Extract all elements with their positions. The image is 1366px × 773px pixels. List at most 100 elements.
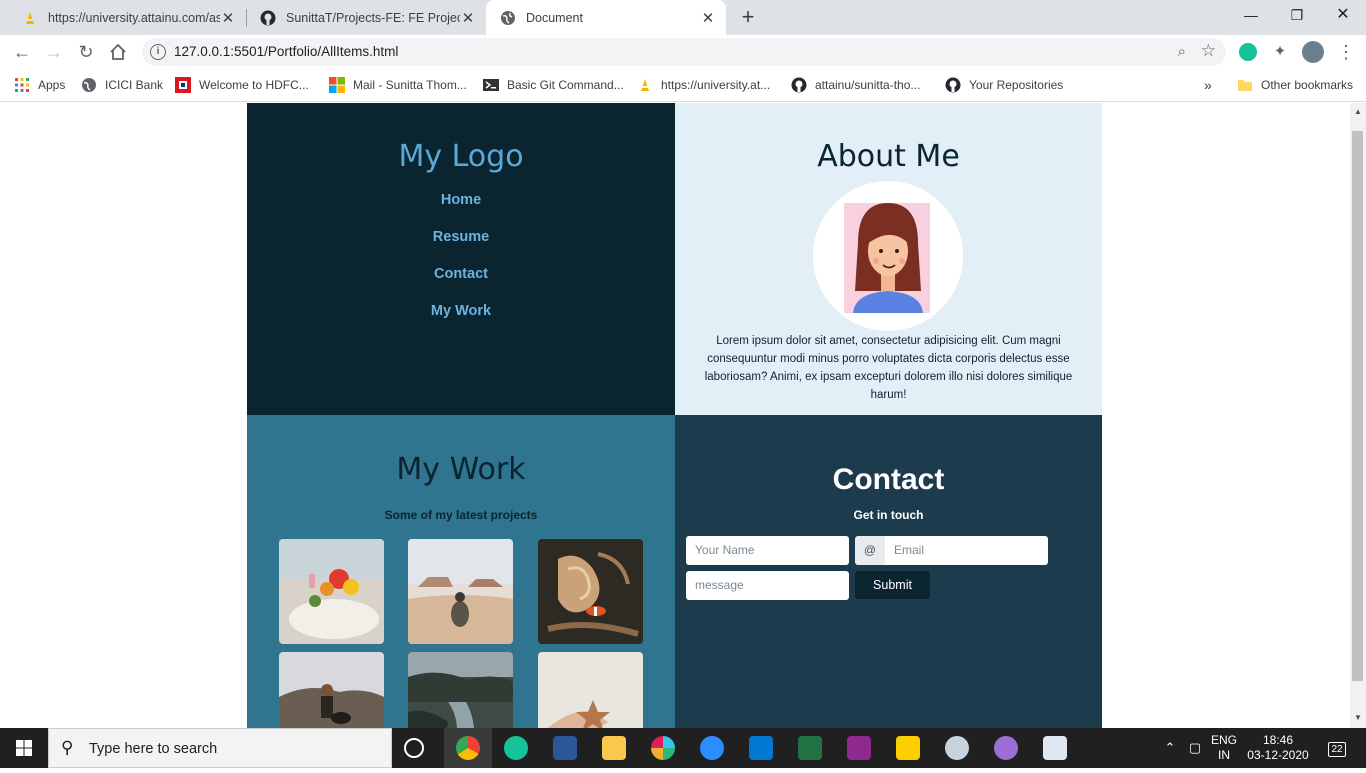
project-thumbnail-desert[interactable] <box>408 539 513 644</box>
project-thumbnail-starfish[interactable] <box>538 652 643 728</box>
folder-icon <box>1238 80 1252 91</box>
back-icon[interactable]: ← <box>10 40 34 64</box>
vscode-icon[interactable] <box>749 736 773 760</box>
taskbar-search[interactable]: ⚲ Type here to search <box>48 728 392 768</box>
clock-time: 18:46 <box>1262 733 1294 747</box>
nav-link-home[interactable]: Home <box>247 192 675 208</box>
tab-github[interactable]: SunittaT/Projects-FE: FE Projects ✕ <box>246 0 486 35</box>
project-thumbnail-sea-anemone[interactable] <box>538 539 643 644</box>
bookmark-icici[interactable]: ICICI Bank <box>81 76 163 94</box>
bookmark-label: Apps <box>38 78 66 92</box>
clock[interactable]: 18:46 03-12-2020 <box>1244 728 1312 768</box>
pdf-app-icon[interactable] <box>847 736 871 760</box>
bookmark-apps[interactable]: Apps <box>14 76 65 94</box>
scroll-up-icon[interactable]: ▲ <box>1353 107 1363 116</box>
windows-logo-icon <box>16 740 32 756</box>
minimize-icon[interactable]: — <box>1228 0 1274 30</box>
bookmark-university[interactable]: https://university.at... <box>637 76 770 94</box>
cortana-icon[interactable] <box>404 738 424 758</box>
close-tab-icon[interactable]: ✕ <box>460 9 476 27</box>
bookmark-repositories[interactable]: Your Repositories <box>945 76 1063 94</box>
name-input[interactable]: Your Name <box>686 536 849 565</box>
bookmark-hdfc[interactable]: Welcome to HDFC... <box>175 76 309 94</box>
tray-overflow-icon[interactable]: ⌃ <box>1160 728 1180 768</box>
file-explorer-icon[interactable] <box>602 736 626 760</box>
bookmark-star-icon[interactable]: ☆ <box>1201 41 1216 61</box>
language-indicator[interactable]: ENG IN <box>1208 728 1240 768</box>
close-tab-icon[interactable]: ✕ <box>220 9 236 27</box>
notification-count: 22 <box>1328 742 1346 757</box>
close-window-icon[interactable]: ✕ <box>1320 0 1366 30</box>
address-bar[interactable]: i 127.0.0.1:5501/Portfolio/AllItems.html… <box>142 38 1226 66</box>
forward-icon[interactable]: → <box>42 40 66 64</box>
grammarly-icon[interactable] <box>1239 43 1257 61</box>
zoom-icon[interactable]: ⌕ <box>1178 43 1186 60</box>
nav-section: My Logo Home Resume Contact My Work <box>247 103 675 415</box>
bookmark-label: https://university.at... <box>661 78 771 92</box>
contact-subtitle: Get in touch <box>853 508 924 522</box>
other-bookmarks-label: Other bookmarks <box>1261 78 1354 92</box>
github-icon <box>260 10 276 25</box>
nav-link-contact[interactable]: Contact <box>247 266 675 282</box>
project-thumbnail-hiker[interactable] <box>279 652 384 728</box>
extensions-puzzle-icon[interactable]: ✦ <box>1271 43 1289 61</box>
email-input[interactable]: Email <box>885 536 1048 565</box>
github-desktop-icon[interactable] <box>994 736 1018 760</box>
bookmark-label: Mail - Sunitta Thom... <box>353 78 467 92</box>
restore-icon[interactable]: ❐ <box>1274 0 1320 30</box>
bookmarks-overflow-icon[interactable]: » <box>1204 76 1212 94</box>
work-title: My Work <box>396 452 526 487</box>
about-title: About Me <box>817 139 960 174</box>
home-icon[interactable] <box>106 40 130 64</box>
bookmark-attainu-github[interactable]: attainu/sunitta-tho... <box>791 76 920 94</box>
region-label: IN <box>1218 748 1230 762</box>
news-app-icon[interactable] <box>1043 736 1067 760</box>
project-thumbnail-river[interactable] <box>408 652 513 728</box>
menu-kebab-icon[interactable]: ⋮ <box>1334 40 1358 64</box>
paint-icon[interactable] <box>945 736 969 760</box>
bookmark-git[interactable]: Basic Git Command... <box>483 76 624 94</box>
submit-button[interactable]: Submit <box>855 571 930 599</box>
message-input[interactable]: message <box>686 571 849 600</box>
meet-now-icon[interactable]: ▢ <box>1185 728 1205 768</box>
tab-title: Document <box>526 10 583 25</box>
tab-document[interactable]: Document ✕ <box>486 0 726 35</box>
project-thumbnail-flowers[interactable] <box>279 539 384 644</box>
slack-icon[interactable] <box>651 736 675 760</box>
microsoft-icon <box>329 77 345 93</box>
github-icon <box>791 77 807 93</box>
notification-center-icon[interactable]: 22 <box>1322 728 1352 768</box>
site-logo[interactable]: My Logo <box>247 139 675 174</box>
new-tab-icon[interactable]: + <box>736 5 760 29</box>
start-button[interactable] <box>0 728 48 768</box>
zoom-icon[interactable] <box>700 736 724 760</box>
bookmark-mail[interactable]: Mail - Sunitta Thom... <box>329 76 467 94</box>
search-icon: ⚲ <box>61 738 74 757</box>
bookmark-label: attainu/sunitta-tho... <box>815 78 921 92</box>
url-text[interactable]: 127.0.0.1:5501/Portfolio/AllItems.html <box>174 44 398 59</box>
excel-icon[interactable] <box>798 736 822 760</box>
about-section: About Me Lorem ipsum dolor sit amet, con… <box>675 103 1102 415</box>
scrollbar-thumb[interactable] <box>1352 131 1363 681</box>
tab-university[interactable]: https://university.attainu.com/ass ✕ <box>8 0 246 35</box>
search-placeholder: Type here to search <box>89 741 218 757</box>
close-tab-icon[interactable]: ✕ <box>700 9 716 27</box>
contact-section: Contact Get in touch Your Name @ Email m… <box>675 415 1102 728</box>
nav-link-my-work[interactable]: My Work <box>247 303 675 319</box>
git-icon <box>483 79 499 91</box>
scroll-down-icon[interactable]: ▼ <box>1353 713 1363 722</box>
language-label: ENG <box>1210 733 1237 747</box>
other-bookmarks[interactable]: Other bookmarks <box>1237 76 1353 94</box>
word-icon[interactable] <box>553 736 577 760</box>
sticky-notes-icon[interactable] <box>896 736 920 760</box>
email-prefix-label: @ <box>855 536 885 565</box>
grammarly-icon[interactable] <box>504 736 528 760</box>
nav-link-resume[interactable]: Resume <box>247 229 675 245</box>
tab-title: SunittaT/Projects-FE: FE Projects <box>286 10 460 25</box>
page-scrollbar[interactable]: ▲ ▼ <box>1350 103 1366 728</box>
browser-toolbar: ← → ↻ i 127.0.0.1:5501/Portfolio/AllItem… <box>0 35 1366 69</box>
reload-icon[interactable]: ↻ <box>74 40 98 64</box>
site-info-icon[interactable]: i <box>150 44 166 60</box>
profile-avatar[interactable] <box>1302 41 1324 63</box>
globe-icon <box>82 78 96 92</box>
